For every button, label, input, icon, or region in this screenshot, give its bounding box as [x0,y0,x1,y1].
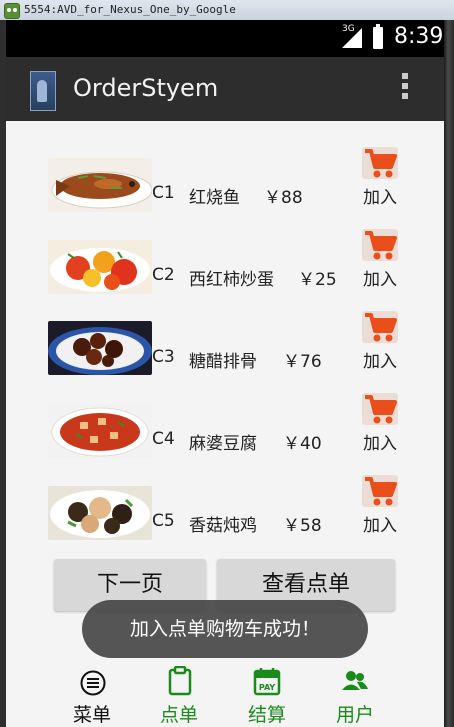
dish-price: ￥88 [264,188,303,208]
dish-price: ￥25 [298,270,337,290]
tab-checkout[interactable]: PAY 结算 [227,660,307,727]
dish-price: ￥58 [283,516,322,536]
device-screen: 3G 8:39 OrderStyem C1 红烧鱼 ￥88 加入 C2 西红柿炒… [6,20,444,727]
signal-icon [342,28,362,48]
dish-photo-tomato-egg [48,240,152,294]
emulator-title-bar: 5554:AVD_for_Nexus_One_by_Google [0,0,454,20]
add-to-cart-button[interactable] [362,393,398,425]
dish-photo-sweet-sour-ribs [48,321,152,375]
app-title: OrderStyem [73,74,219,102]
app-icon[interactable] [30,71,56,111]
dish-code: C5 [152,511,175,531]
tab-label: 用户 [335,704,374,726]
dish-name: 红烧鱼 [189,188,240,208]
dish-photo-mapo-tofu [48,404,152,458]
dish-item-c4: C4 麻婆豆腐 ￥40 加入 [6,393,444,485]
add-to-cart-button[interactable] [362,475,398,507]
add-label[interactable]: 加入 [363,429,397,454]
add-label[interactable]: 加入 [363,265,397,290]
tab-user[interactable]: 用户 [315,660,395,727]
dish-code: C4 [152,429,175,449]
dish-item-c2: C2 西红柿炒蛋 ￥25 加入 [6,229,444,321]
clipboard-icon [168,666,192,696]
add-to-cart-button[interactable] [362,229,398,261]
shopping-cart-icon [365,149,397,178]
tab-label: 菜单 [72,704,111,726]
shopping-cart-icon [365,395,397,424]
add-label[interactable]: 加入 [363,511,397,536]
dish-photo-mushroom-chicken [48,486,152,540]
bottom-tab-bar: 菜单 点单 PAY 结算 用户 [6,660,444,727]
overflow-menu-icon[interactable] [398,73,412,105]
status-time: 8:39 [394,24,444,49]
dish-name: 香菇炖鸡 [189,516,257,536]
android-emulator-icon [4,3,20,19]
dish-code: C3 [152,347,175,367]
dish-price: ￥76 [283,352,322,372]
pay-calendar-icon: PAY [253,668,281,696]
dish-name: 西红柿炒蛋 [189,270,274,290]
menu-list-icon [80,670,106,696]
add-to-cart-button[interactable] [362,147,398,179]
shopping-cart-icon [365,313,397,342]
add-label[interactable]: 加入 [363,347,397,372]
add-label[interactable]: 加入 [363,183,397,208]
dish-price: ￥40 [283,434,322,454]
tab-label: 结算 [247,704,286,726]
dish-name: 糖醋排骨 [189,352,257,372]
dish-item-c3: C3 糖醋排骨 ￥76 加入 [6,311,444,403]
status-bar: 3G 8:39 [6,20,444,57]
action-bar: OrderStyem [6,57,444,121]
tab-label: 点单 [159,704,198,726]
dish-item-c5: C5 香菇炖鸡 ￥58 加入 [6,475,444,567]
shopping-cart-icon [365,477,397,506]
toast-message: 加入点单购物车成功！ [82,600,368,658]
battery-icon [373,24,383,49]
users-icon [342,671,368,690]
tab-order[interactable]: 点单 [139,660,219,727]
svg-text:PAY: PAY [259,683,276,692]
dish-item-c1: C1 红烧鱼 ￥88 加入 [6,147,444,239]
dish-photo-braised-fish [48,158,152,212]
emulator-right-edge [444,20,454,727]
emulator-window-title: 5554:AVD_for_Nexus_One_by_Google [24,3,236,16]
dish-code: C1 [152,183,175,203]
shopping-cart-icon [365,231,397,260]
dish-name: 麻婆豆腐 [189,434,257,454]
tab-menu[interactable]: 菜单 [52,660,132,727]
dish-code: C2 [152,265,175,285]
add-to-cart-button[interactable] [362,311,398,343]
